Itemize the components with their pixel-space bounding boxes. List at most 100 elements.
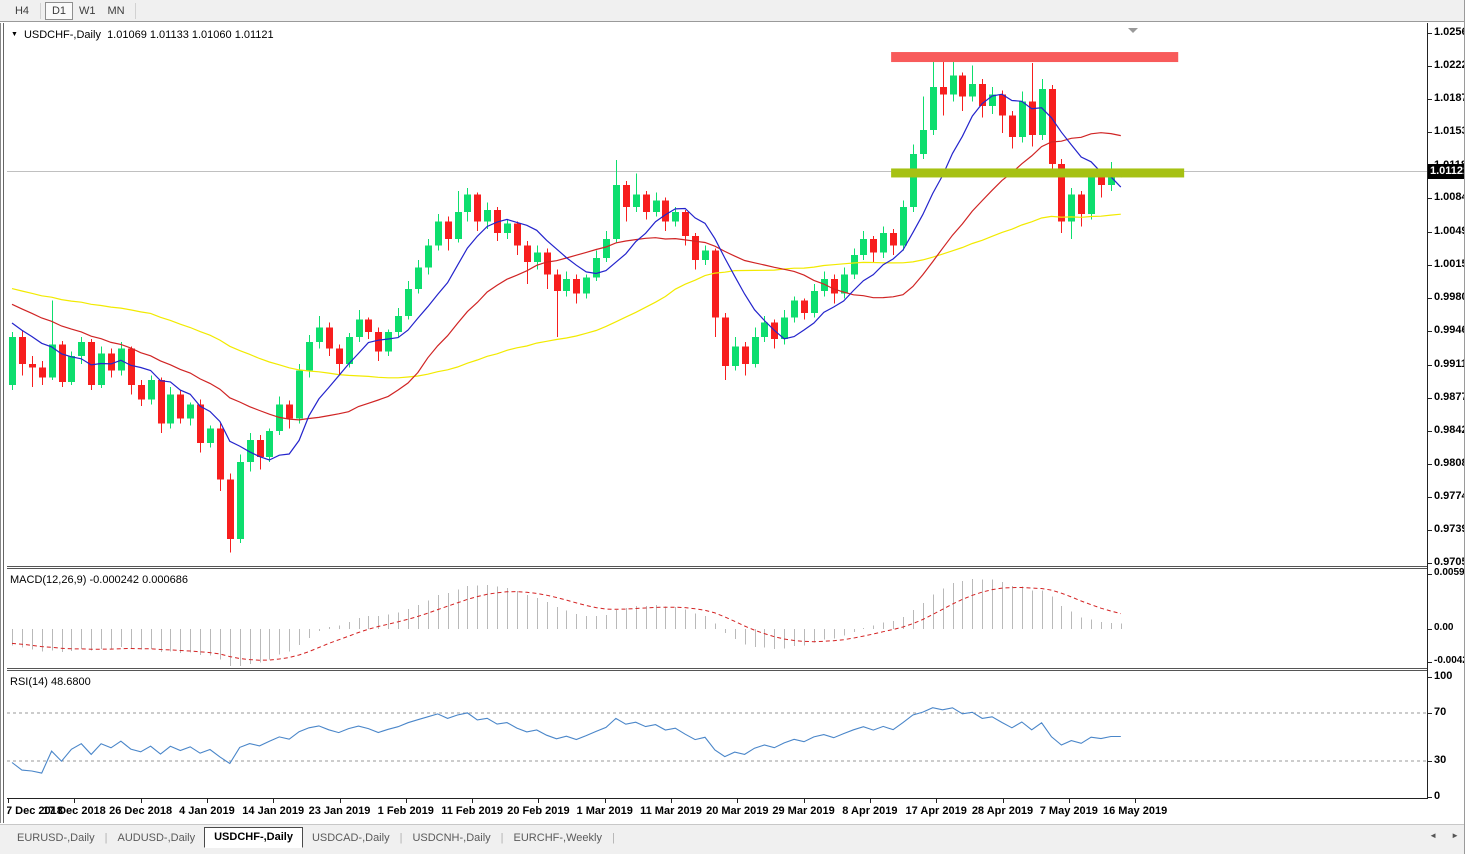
timeframe-w1-button[interactable]: W1 [73,2,102,20]
price-chart-canvas[interactable] [7,23,1427,566]
date-axis-tick [405,799,407,803]
price-axis-tick [1428,331,1432,333]
price-axis-tick [1428,298,1432,300]
timeframe-toolbar: H4 D1 W1 MN [0,0,1464,22]
resistance-level-bar[interactable] [891,52,1179,63]
date-axis-label: 26 Dec 2018 [109,805,173,817]
tab-separator: | [399,832,403,844]
tab-separator: | [611,832,615,844]
date-axis-label: 8 Apr 2019 [842,805,898,817]
rsi-axis-label: 70 [1434,706,1447,718]
support-level-bar[interactable] [891,168,1185,178]
price-axis-tick [1428,132,1432,134]
date-axis-tick [671,799,672,803]
price-axis-tick [1428,530,1432,532]
date-axis-label: 4 Jan 2019 [179,805,235,817]
price-axis-label: 0.99800 [1434,291,1464,304]
date-axis-tick [206,799,208,803]
date-axis-tick [74,799,76,803]
date-axis-tick [273,799,275,803]
tab-usdcnh-daily[interactable]: USDCNH-,Daily [403,828,499,848]
macd-panel-canvas[interactable] [7,569,1427,668]
rsi-axis-tick [1428,677,1432,678]
price-axis-tick [1428,431,1432,433]
date-axis-label: 20 Feb 2019 [507,805,570,817]
price-axis-label: 0.98420 [1434,424,1464,437]
price-axis-tick [1428,397,1432,399]
date-axis-label: 28 Apr 2019 [971,805,1034,817]
macd-histogram [12,578,1122,666]
date-axis-tick [1135,799,1137,803]
tab-usdcad-daily[interactable]: USDCAD-,Daily [303,828,399,848]
chart-symbol-label: USDCHF-,Daily [23,29,101,41]
price-axis-label: 0.99460 [1434,324,1464,337]
price-axis-tick [1428,264,1432,266]
tab-eurchf-weekly[interactable]: EURCHF-,Weekly [505,828,611,848]
rsi-panel-canvas[interactable] [7,671,1427,799]
macd-indicator-label: MACD(12,26,9) -0.000242 0.000686 [10,574,188,586]
chart-ohlc-values: 1.01069 1.01133 1.01060 1.01121 [107,29,274,41]
date-axis[interactable]: 7 Dec 2018 17 Dec 2018 26 Dec 2018 4 Jan 20… [6,799,1427,823]
price-axis-label: 1.00150 [1434,257,1464,270]
date-axis-tick [1002,799,1004,803]
price-axis-label: 0.98770 [1434,390,1464,403]
date-axis-label: 17 Dec 2018 [42,805,106,817]
timeframe-h4-button[interactable]: H4 [8,2,36,20]
date-axis-label: 14 Jan 2019 [242,805,305,817]
rsi-axis-tick [1428,761,1432,762]
price-axis-label: 1.02560 [1434,26,1464,38]
price-axis-tick [1428,65,1432,67]
rsi-indicator-label: RSI(14) 48.6800 [10,676,91,688]
price-axis-label: 1.00840 [1434,191,1464,204]
date-axis-tick [472,799,474,803]
rsi-line [11,707,1121,774]
date-axis-label: 11 Feb 2019 [441,805,503,817]
date-axis-label: 29 Mar 2019 [772,805,835,817]
date-axis-tick [604,799,606,803]
window-left-border [0,23,7,823]
price-axis-label: 1.01530 [1434,125,1464,138]
tab-scroll-left-icon[interactable]: ◄ [1429,831,1437,840]
tab-scroll-right-icon[interactable]: ► [1451,831,1459,840]
rsi-axis-tick [1428,713,1432,714]
date-axis-tick [538,799,540,803]
current-price-tag[interactable]: 1.01121 [1428,163,1464,179]
price-axis-label: 1.01870 [1434,92,1464,105]
price-axis-tick [1428,563,1432,564]
rsi-axis-tick [1428,797,1432,798]
tab-usdchf-daily[interactable]: USDCHF-,Daily [204,827,303,848]
rsi-axis-label: 0 [1434,790,1441,802]
price-axis[interactable]: 1.025601.022201.018701.015301.011801.008… [1428,23,1464,802]
tab-separator: | [104,832,108,844]
price-axis-label: 1.00490 [1434,225,1464,238]
price-axis-tick [1428,496,1432,498]
date-axis-label: 17 Apr 2019 [905,805,967,817]
price-axis-label: 0.97740 [1434,489,1464,502]
rsi-axis-label: 30 [1434,754,1447,766]
price-axis-tick [1428,463,1432,465]
macd-axis-label: 0.00 [1434,622,1454,633]
symbol-dropdown-icon[interactable]: ▼ [11,31,18,38]
tab-eurusd-daily[interactable]: EURUSD-,Daily [8,828,104,848]
tab-audusd-daily[interactable]: AUDUSD-,Daily [108,828,204,848]
date-axis-tick [140,799,142,803]
date-axis-tick [1068,799,1070,803]
tab-separator: | [500,832,504,844]
chart-tab-bar: EURUSD-,Daily | AUDUSD-,Daily USDCHF-,Da… [0,824,1464,854]
price-axis-tick [1428,364,1432,366]
chart-title: ▼ USDCHF-,Daily 1.01069 1.01133 1.01060 1… [11,29,274,41]
date-axis-tick [936,799,938,803]
price-axis-label: 0.98080 [1434,456,1464,469]
date-axis-tick [8,799,9,803]
date-axis-label: 23 Jan 2019 [308,805,371,817]
macd-axis-label: -0.004243 [1434,655,1464,666]
date-axis-label: 1 Mar 2019 [576,805,633,817]
date-axis-tick [737,799,739,803]
timeframe-mn-button[interactable]: MN [102,2,131,20]
timeframe-d1-button[interactable]: D1 [45,1,73,20]
toolbar-separator [40,2,41,19]
price-axis-tick [1428,198,1432,200]
chart-shift-marker-icon[interactable] [1128,28,1138,33]
mt4-window: H4 D1 W1 MN ▼ USDCHF-,Daily 1.01069 1.011… [0,0,1465,854]
rsi-axis-label: 100 [1434,670,1453,682]
